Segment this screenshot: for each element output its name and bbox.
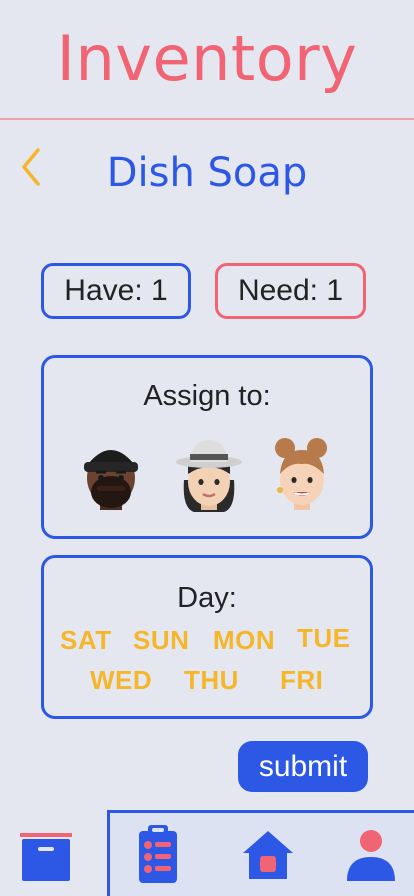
- item-title: Dish Soap: [106, 150, 308, 196]
- profile-icon: [347, 830, 395, 881]
- nav-profile-button[interactable]: [345, 827, 397, 883]
- home-icon: [243, 831, 293, 879]
- avatar-member-1[interactable]: [78, 434, 144, 514]
- list-icon: [139, 825, 177, 883]
- nav-inventory-button[interactable]: [19, 832, 73, 882]
- day-option-tue[interactable]: TUE: [297, 623, 351, 654]
- avatar-member-3[interactable]: [268, 434, 334, 514]
- memoji-woman-hat-icon: [176, 440, 242, 512]
- app-title: Inventory: [56, 22, 358, 95]
- header-divider: [0, 118, 414, 120]
- nav-home-button[interactable]: [241, 829, 295, 881]
- day-option-wed[interactable]: WED: [90, 665, 152, 696]
- bottom-nav: [107, 810, 414, 896]
- need-count-badge[interactable]: Need: 1: [215, 263, 366, 319]
- submit-button[interactable]: submit: [238, 741, 368, 792]
- need-count-label: Need: 1: [237, 274, 344, 307]
- have-count-badge[interactable]: Have: 1: [41, 263, 191, 319]
- avatar-member-2[interactable]: [176, 434, 242, 514]
- assign-label: Assign to:: [143, 380, 271, 412]
- day-option-sun[interactable]: SUN: [133, 625, 189, 656]
- day-option-mon[interactable]: MON: [213, 625, 275, 656]
- day-option-sat[interactable]: SAT: [60, 625, 112, 656]
- day-card: Day: SAT SUN MON TUE WED THU FRI: [41, 555, 373, 719]
- box-icon: [20, 833, 72, 881]
- assign-card: Assign to:: [41, 355, 373, 539]
- memoji-woman-buns-icon: [275, 438, 327, 510]
- day-label: Day:: [177, 582, 237, 614]
- nav-list-button[interactable]: [135, 823, 181, 885]
- memoji-man-beanie-icon: [84, 450, 138, 510]
- day-option-thu[interactable]: THU: [184, 665, 239, 696]
- have-count-label: Have: 1: [64, 274, 168, 307]
- day-option-fri[interactable]: FRI: [280, 665, 323, 696]
